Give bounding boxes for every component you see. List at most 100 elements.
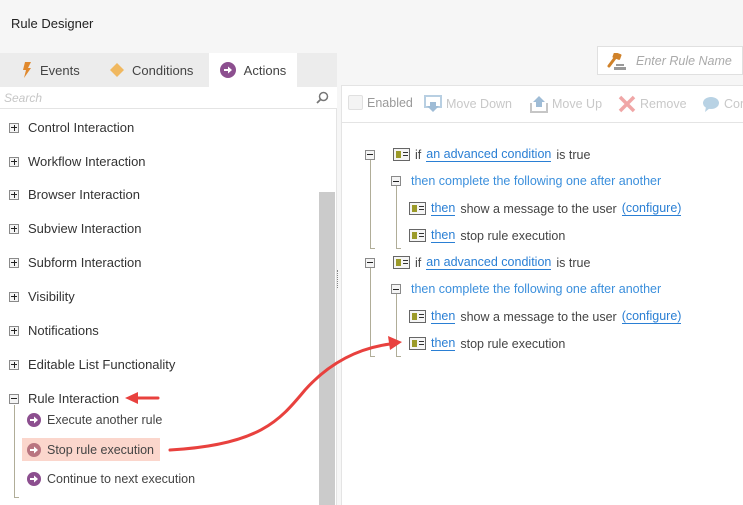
condition-suffix: is true bbox=[556, 255, 591, 270]
expand-icon[interactable] bbox=[9, 359, 19, 370]
expand-icon[interactable] bbox=[9, 122, 19, 133]
actions-list: Control Interaction Workflow Interaction… bbox=[0, 109, 337, 505]
rule-icon[interactable] bbox=[409, 202, 426, 215]
action-stop-rule-execution[interactable]: Stop rule execution bbox=[22, 438, 161, 461]
rule-name-input[interactable] bbox=[636, 52, 740, 70]
checkbox[interactable] bbox=[348, 95, 363, 110]
rule-group-line: then complete the following one after an… bbox=[391, 174, 661, 188]
rule-icon[interactable] bbox=[409, 337, 426, 350]
expand-icon[interactable] bbox=[9, 156, 19, 167]
category-label: Rule Interaction bbox=[28, 391, 120, 406]
expand-icon[interactable] bbox=[9, 223, 19, 234]
category-rule-interaction[interactable]: Rule Interaction bbox=[9, 391, 119, 406]
move-down-button[interactable]: Move Down bbox=[424, 95, 512, 113]
expand-icon[interactable] bbox=[9, 257, 19, 268]
rule-icon[interactable] bbox=[409, 229, 426, 242]
gavel-icon bbox=[607, 53, 626, 70]
tree-connector bbox=[396, 248, 401, 249]
expand-icon[interactable] bbox=[9, 189, 19, 200]
condition-link[interactable]: an advanced condition bbox=[426, 255, 552, 270]
rule-name-box bbox=[597, 46, 743, 75]
then-link[interactable]: then bbox=[431, 336, 456, 351]
category-label: Workflow Interaction bbox=[28, 154, 146, 169]
tree-connector bbox=[396, 293, 397, 356]
expand-icon[interactable] bbox=[9, 325, 19, 336]
tab-actions-label: Actions bbox=[243, 62, 287, 78]
action-continue-to-next-execution[interactable]: Continue to next execution bbox=[22, 467, 201, 490]
arrow-circle-icon bbox=[27, 442, 41, 457]
tree-connector bbox=[14, 405, 15, 497]
rule-icon[interactable] bbox=[393, 256, 410, 269]
group-label[interactable]: then complete the following one after an… bbox=[411, 174, 661, 188]
category-workflow-interaction[interactable]: Workflow Interaction bbox=[9, 154, 146, 169]
diamond-icon bbox=[110, 63, 124, 77]
arrow-circle-icon bbox=[27, 471, 41, 486]
rule-designer-canvas: if an advanced condition is true then co… bbox=[341, 123, 743, 505]
move-down-icon bbox=[424, 95, 442, 112]
search-input[interactable] bbox=[4, 89, 304, 107]
category-visibility[interactable]: Visibility bbox=[9, 289, 75, 304]
condition-link[interactable]: an advanced condition bbox=[426, 147, 552, 162]
expand-icon[interactable] bbox=[9, 291, 19, 302]
enabled-label: Enabled bbox=[367, 95, 413, 110]
move-up-label: Move Up bbox=[552, 97, 603, 111]
tree-connector bbox=[396, 356, 401, 357]
rule-icon[interactable] bbox=[409, 310, 426, 323]
then-link[interactable]: then bbox=[431, 201, 456, 216]
category-editable-list-functionality[interactable]: Editable List Functionality bbox=[9, 357, 175, 372]
move-down-label: Move Down bbox=[446, 97, 512, 111]
category-notifications[interactable]: Notifications bbox=[9, 323, 99, 338]
comment-button[interactable]: Comment bbox=[702, 95, 743, 113]
category-subform-interaction[interactable]: Subform Interaction bbox=[9, 255, 141, 270]
rule-toolbar: Enabled Move Down Move Up Remove Comment bbox=[341, 85, 743, 123]
tree-connector bbox=[14, 497, 19, 498]
action-text: stop rule execution bbox=[460, 228, 566, 243]
tab-events[interactable]: Events bbox=[22, 53, 92, 87]
rule-if-line: if an advanced condition is true bbox=[365, 255, 590, 270]
category-browser-interaction[interactable]: Browser Interaction bbox=[9, 187, 140, 202]
tab-events-label: Events bbox=[40, 62, 80, 78]
toolbox-tabs: Events Conditions Actions bbox=[0, 53, 337, 87]
panel-splitter[interactable] bbox=[337, 270, 340, 288]
configure-link[interactable]: (configure) bbox=[621, 309, 682, 324]
action-text: show a message to the user bbox=[460, 201, 617, 216]
comment-label: Comment bbox=[724, 97, 743, 111]
app-title: Rule Designer bbox=[11, 16, 94, 31]
rule-action-line: then show a message to the user (configu… bbox=[409, 309, 682, 324]
arrow-circle-icon bbox=[27, 412, 41, 427]
scrollbar-thumb[interactable] bbox=[319, 192, 335, 505]
tree-connector bbox=[370, 248, 375, 249]
tree-connector bbox=[396, 185, 397, 248]
remove-button[interactable]: Remove bbox=[618, 95, 687, 113]
tab-conditions[interactable]: Conditions bbox=[110, 53, 210, 87]
action-text: stop rule execution bbox=[460, 336, 566, 351]
enabled-checkbox[interactable]: Enabled bbox=[348, 95, 413, 110]
tab-actions[interactable]: Actions bbox=[209, 53, 297, 87]
rule-group-line: then complete the following one after an… bbox=[391, 282, 661, 296]
category-label: Notifications bbox=[28, 323, 99, 338]
collapse-icon[interactable] bbox=[391, 284, 401, 294]
search-icon[interactable] bbox=[316, 91, 329, 104]
tree-connector bbox=[370, 159, 371, 248]
configure-link[interactable]: (configure) bbox=[621, 201, 682, 216]
remove-label: Remove bbox=[640, 97, 687, 111]
collapse-icon[interactable] bbox=[391, 176, 401, 186]
lightning-icon bbox=[23, 62, 31, 78]
category-label: Subform Interaction bbox=[28, 255, 142, 270]
collapse-icon[interactable] bbox=[365, 257, 375, 268]
collapse-icon[interactable] bbox=[9, 393, 19, 404]
then-link[interactable]: then bbox=[431, 309, 456, 324]
category-label: Browser Interaction bbox=[28, 187, 140, 202]
category-label: Control Interaction bbox=[28, 120, 135, 135]
category-subview-interaction[interactable]: Subview Interaction bbox=[9, 221, 141, 236]
rule-icon[interactable] bbox=[393, 148, 410, 161]
then-link[interactable]: then bbox=[431, 228, 456, 243]
move-up-button[interactable]: Move Up bbox=[530, 95, 602, 113]
category-control-interaction[interactable]: Control Interaction bbox=[9, 120, 134, 135]
category-label: Editable List Functionality bbox=[28, 357, 176, 372]
group-label[interactable]: then complete the following one after an… bbox=[411, 282, 661, 296]
action-execute-another-rule[interactable]: Execute another rule bbox=[22, 408, 168, 431]
collapse-icon[interactable] bbox=[365, 149, 375, 160]
rule-action-line: then stop rule execution bbox=[409, 336, 565, 351]
action-label: Stop rule execution bbox=[47, 442, 155, 457]
